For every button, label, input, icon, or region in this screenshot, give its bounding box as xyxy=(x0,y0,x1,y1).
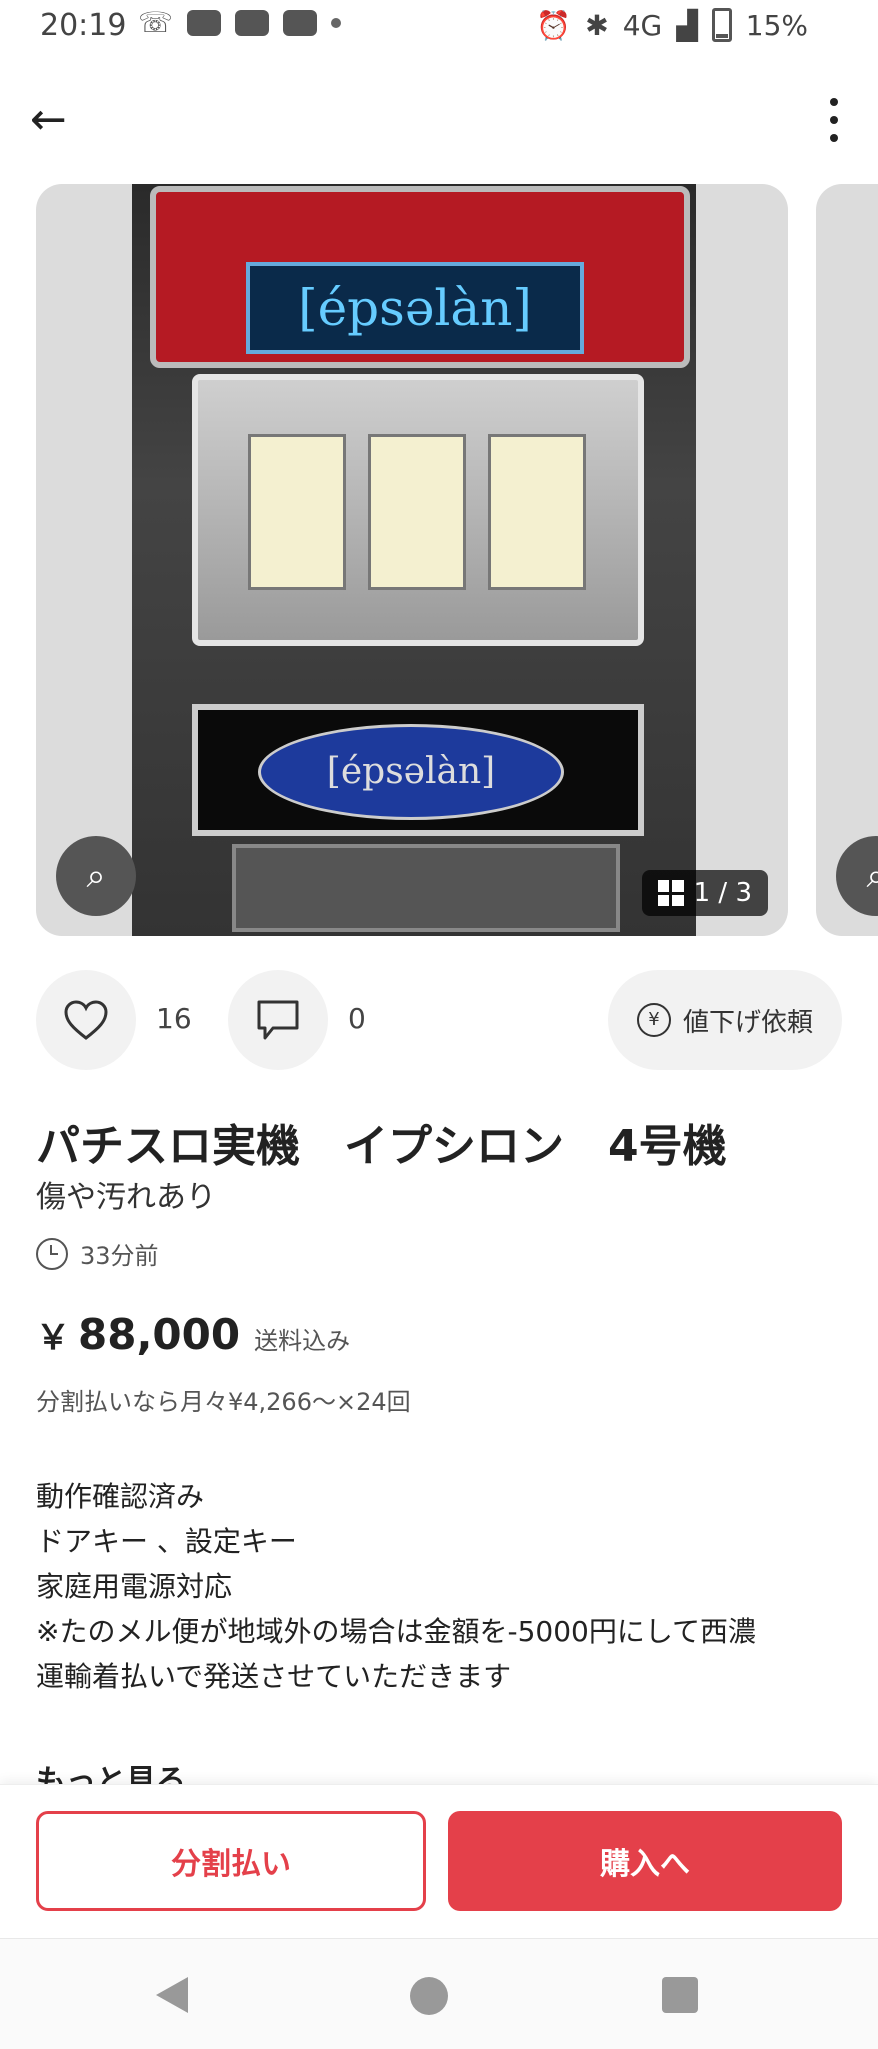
price-row: ￥ 88,000 送料込み xyxy=(36,1310,350,1359)
more-notifications-dot-icon xyxy=(331,18,342,28)
description-line: ※たのメル便が地域外の場合は金額を-5000円にして西濃 xyxy=(36,1615,756,1648)
product-condition: 傷や汚れあり xyxy=(36,1180,216,1215)
status-right: ⏰ ✱ 4G ▟ 15% xyxy=(536,8,808,42)
description-line: 動作確認済み xyxy=(36,1480,205,1513)
action-row: 16 0 ¥ 値下げ依頼 xyxy=(36,970,842,1074)
image-search-icon[interactable]: ⌕ xyxy=(56,836,136,916)
like-count: 16 xyxy=(156,1002,192,1035)
system-nav-bar xyxy=(0,1938,878,2049)
nav-recents-icon[interactable] xyxy=(662,1977,698,2013)
posted-time: 33分前 xyxy=(80,1242,159,1270)
more-options-icon[interactable] xyxy=(828,98,840,142)
top-bar: ← xyxy=(0,80,878,160)
product-price: 88,000 xyxy=(78,1310,241,1359)
next-image-preview[interactable]: ⌕ xyxy=(816,184,878,936)
comment-icon xyxy=(257,1000,299,1040)
status-time: 20:19 xyxy=(40,8,127,43)
reel xyxy=(248,434,346,590)
heart-icon xyxy=(64,1000,108,1040)
battery-level: 15% xyxy=(745,8,808,42)
reel xyxy=(488,434,586,590)
reel xyxy=(368,434,466,590)
product-description: 動作確認済み ドアキー 、設定キー 家庭用電源対応 ※たのメル便が地域外の場合は… xyxy=(36,1474,856,1699)
image-counter-text: 1 / 3 xyxy=(693,878,752,908)
machine-tray xyxy=(232,844,620,932)
currency-symbol: ￥ xyxy=(36,1318,70,1358)
price-reduction-label: 値下げ依頼 xyxy=(682,1007,813,1038)
machine-lower-panel: [épsəlàn] xyxy=(192,704,644,836)
network-label: 4G xyxy=(622,8,663,42)
description-line: ドアキー 、設定キー xyxy=(36,1525,297,1558)
yen-icon: ¥ xyxy=(636,1003,671,1037)
nav-back-icon[interactable] xyxy=(156,1977,188,2013)
youtube-icon xyxy=(187,10,222,36)
image-counter[interactable]: 1 / 3 xyxy=(641,870,768,916)
alarm-icon: ⏰ xyxy=(536,8,572,42)
product-photo: [épsəlàn] [épsəlàn] xyxy=(132,184,696,936)
machine-oval-logo: [épsəlàn] xyxy=(258,724,564,820)
signal-icon: ▟ xyxy=(676,8,698,42)
comment-button[interactable] xyxy=(228,970,328,1070)
like-button[interactable] xyxy=(36,970,136,1070)
price-reduction-request-button[interactable]: ¥ 値下げ依頼 xyxy=(608,970,842,1070)
buy-button[interactable]: 購入へ xyxy=(448,1811,842,1911)
machine-top-panel: [épsəlàn] xyxy=(150,186,690,368)
status-bar: 20:19 ☏ ⏰ ✱ 4G ▟ 15% xyxy=(0,0,878,56)
battery-icon xyxy=(711,8,732,42)
description-line: 家庭用電源対応 xyxy=(36,1570,233,1603)
shipping-note: 送料込み xyxy=(254,1327,351,1355)
installment-pay-button[interactable]: 分割払い xyxy=(36,1811,426,1911)
image-search-icon[interactable]: ⌕ xyxy=(836,836,878,916)
purchase-bar: 分割払い 購入へ xyxy=(0,1784,878,1939)
machine-reels xyxy=(192,374,644,646)
product-image-gallery[interactable]: [épsəlàn] [épsəlàn] ⌕ 1 / 3 xyxy=(36,184,788,936)
app-icon xyxy=(235,10,270,36)
youtube-icon xyxy=(283,10,318,36)
machine-logo: [épsəlàn] xyxy=(246,262,584,354)
description-line: 運輸着払いで発送させていただきます xyxy=(36,1660,512,1693)
clock-icon xyxy=(36,1237,68,1270)
product-title: パチスロ実機 イプシロン 4号機 xyxy=(36,1121,727,1172)
installment-info: 分割払いなら月々¥4,266〜×24回 xyxy=(36,1388,411,1416)
posted-time-row: 33分前 xyxy=(36,1236,159,1271)
missed-call-icon: ☏ xyxy=(138,6,174,39)
nav-home-icon[interactable] xyxy=(410,1977,448,2015)
bluetooth-icon: ✱ xyxy=(585,8,609,42)
comment-count: 0 xyxy=(348,1002,366,1035)
back-arrow-icon[interactable]: ← xyxy=(30,98,80,142)
grid-icon xyxy=(657,880,684,906)
notification-icons: ☏ xyxy=(138,6,342,39)
